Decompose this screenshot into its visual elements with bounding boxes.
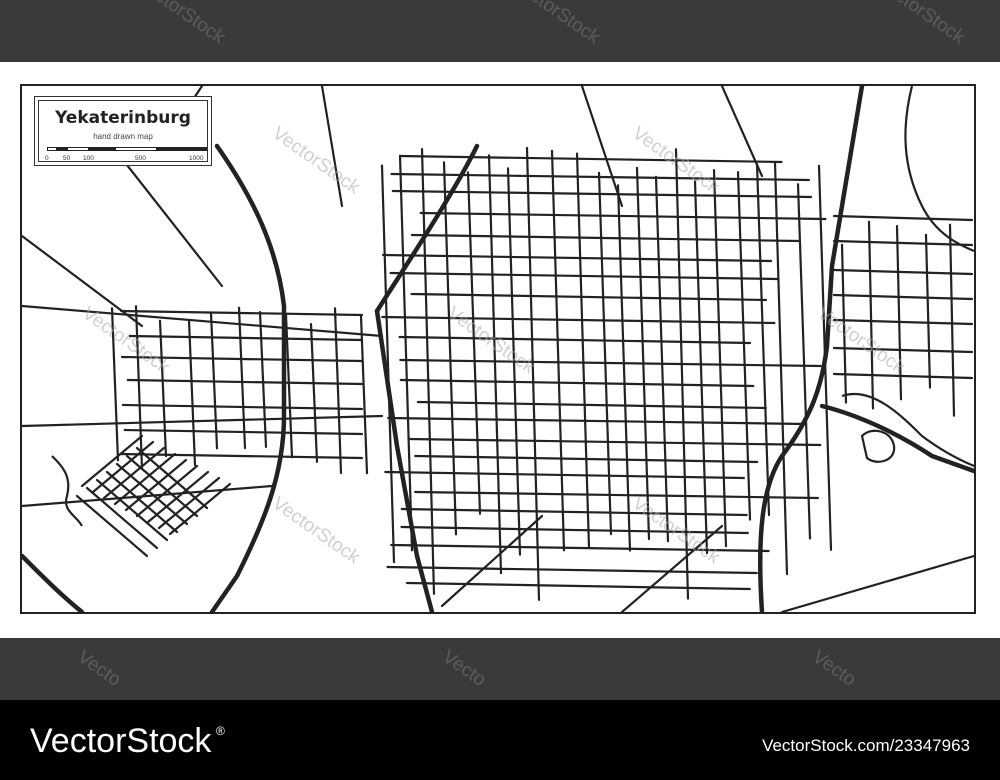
street (124, 458, 188, 512)
street (157, 476, 221, 530)
legend-inner-border: Yekaterinburg hand drawn map 0 50 100 50… (38, 100, 208, 162)
street (22, 234, 144, 328)
street (22, 304, 384, 338)
footer-bar: VectorStock ® VectorStock.com/23347963 (0, 700, 1000, 780)
street (400, 507, 748, 517)
street (134, 305, 144, 470)
street (187, 319, 197, 467)
street (755, 162, 771, 517)
street (550, 149, 566, 552)
street (386, 565, 758, 575)
street (258, 311, 268, 448)
scale-tick-label: 1000 (189, 155, 204, 162)
street (466, 171, 482, 515)
street (405, 581, 751, 591)
street (597, 171, 613, 536)
bottom-dark-band: Vecto Vecto Vecto (0, 638, 1000, 700)
street (414, 490, 819, 500)
street (391, 189, 813, 199)
map-subtitle: hand drawn map (93, 132, 153, 141)
street (895, 225, 903, 401)
street (780, 554, 974, 612)
street (384, 470, 745, 480)
top-dark-band (0, 0, 1000, 62)
street (158, 319, 168, 458)
street (736, 171, 752, 521)
registered-mark: ® (216, 724, 225, 738)
street (832, 346, 974, 354)
street (796, 183, 812, 540)
street (284, 313, 294, 459)
street (410, 292, 768, 302)
street (620, 524, 724, 612)
street (102, 446, 166, 500)
street (635, 166, 651, 541)
street (924, 233, 932, 389)
street (387, 416, 807, 426)
street (867, 220, 875, 410)
street (399, 358, 822, 368)
street (309, 323, 319, 463)
street (416, 400, 767, 410)
street (120, 309, 364, 317)
street (712, 169, 728, 548)
street (575, 152, 591, 549)
street (832, 372, 974, 380)
street (400, 525, 749, 535)
street (398, 335, 752, 345)
diagonal-avenue (374, 143, 480, 314)
street (390, 543, 770, 553)
street (110, 144, 224, 288)
west-curved-road (209, 143, 287, 612)
street (419, 211, 827, 221)
map-title: Yekaterinburg (55, 108, 191, 128)
street (442, 161, 458, 536)
street (654, 175, 670, 543)
street (320, 86, 344, 208)
street (407, 437, 822, 447)
street (720, 86, 764, 178)
watermark: Vecto (438, 646, 490, 691)
street (237, 306, 247, 450)
scale-bar (47, 147, 207, 151)
watermark: Vecto (73, 646, 125, 691)
street (773, 161, 789, 576)
south-west-road (22, 553, 85, 612)
scale-tick-label: 100 (83, 155, 94, 162)
street (840, 243, 848, 404)
lake-shore (904, 86, 974, 253)
scale-segment (88, 148, 116, 150)
street (398, 154, 783, 164)
street (580, 86, 624, 208)
street (948, 223, 956, 417)
image-id-link[interactable]: VectorStock.com/23347963 (762, 736, 970, 756)
pond-outline (860, 429, 896, 463)
scale-tick-label: 0 (45, 155, 49, 162)
south-east-road (819, 403, 974, 474)
street (832, 214, 974, 222)
street (110, 307, 120, 462)
street (381, 253, 773, 263)
scale-tick-label: 50 (63, 155, 71, 162)
street (381, 315, 776, 325)
scale-segment (56, 148, 68, 150)
watermark: Vecto (808, 646, 860, 691)
brand-logo-text[interactable]: VectorStock (30, 722, 211, 761)
street (22, 414, 384, 428)
map-legend-box: Yekaterinburg hand drawn map 0 50 100 50… (34, 96, 212, 166)
park-edge (51, 455, 83, 527)
scale-segment (156, 148, 206, 150)
scale-tick-label: 500 (135, 155, 146, 162)
street (75, 494, 149, 558)
street (128, 334, 364, 342)
